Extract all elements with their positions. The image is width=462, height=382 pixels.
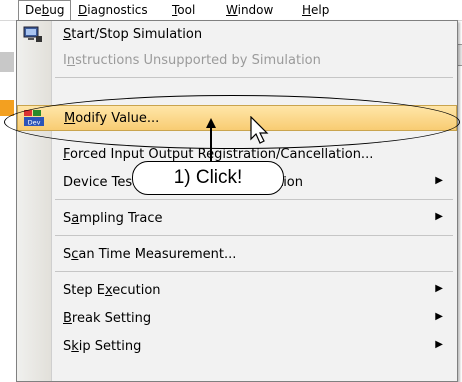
submenu-arrow-icon: ▶ bbox=[435, 211, 443, 222]
svg-text:Dev: Dev bbox=[28, 119, 41, 127]
menu-item-break-setting[interactable]: Break Setting ▶ bbox=[17, 307, 457, 331]
menu-separator bbox=[55, 77, 453, 78]
debug-dropdown-menu: Start/Stop Simulation Instructions Unsup… bbox=[16, 20, 458, 382]
menu-diagnostics[interactable]: Diagnostics bbox=[72, 0, 154, 20]
simulation-icon bbox=[23, 26, 42, 42]
background-highlight-fragment bbox=[0, 100, 14, 116]
menu-item-step-execution[interactable]: Step Execution ▶ bbox=[17, 279, 457, 303]
menu-item-skip-setting[interactable]: Skip Setting ▶ bbox=[17, 335, 457, 359]
submenu-arrow-icon: ▶ bbox=[435, 283, 443, 294]
menu-item-modify-value[interactable]: Dev Modify Value... bbox=[17, 105, 457, 131]
background-toolbar-fragment bbox=[0, 52, 14, 72]
menu-item-scan-time-measurement[interactable]: Scan Time Measurement... bbox=[17, 243, 457, 267]
pointer-arrow-icon bbox=[206, 118, 216, 162]
submenu-arrow-icon: ▶ bbox=[435, 311, 443, 322]
menu-separator bbox=[55, 271, 453, 272]
mouse-cursor-icon bbox=[250, 116, 269, 144]
menu-window[interactable]: Window bbox=[220, 0, 279, 20]
menu-separator bbox=[55, 199, 453, 200]
annotation-callout: 1) Click! bbox=[132, 161, 284, 195]
menu-help[interactable]: Help bbox=[296, 0, 335, 20]
menu-item-instructions-unsupported: Instructions Unsupported by Simulation bbox=[63, 53, 321, 68]
menu-debug[interactable]: Debug bbox=[18, 0, 72, 21]
menu-bar: Debug Diagnostics Tool Window Help bbox=[0, 0, 462, 21]
menu-item-sampling-trace[interactable]: Sampling Trace ▶ bbox=[17, 207, 457, 231]
submenu-arrow-icon: ▶ bbox=[435, 339, 443, 350]
menu-tool[interactable]: Tool bbox=[166, 0, 201, 20]
submenu-arrow-icon: ▶ bbox=[435, 175, 443, 186]
menu-item-start-stop-simulation[interactable]: Start/Stop Simulation bbox=[17, 23, 457, 47]
modify-value-icon: Dev bbox=[24, 110, 44, 127]
menu-separator bbox=[55, 235, 453, 236]
